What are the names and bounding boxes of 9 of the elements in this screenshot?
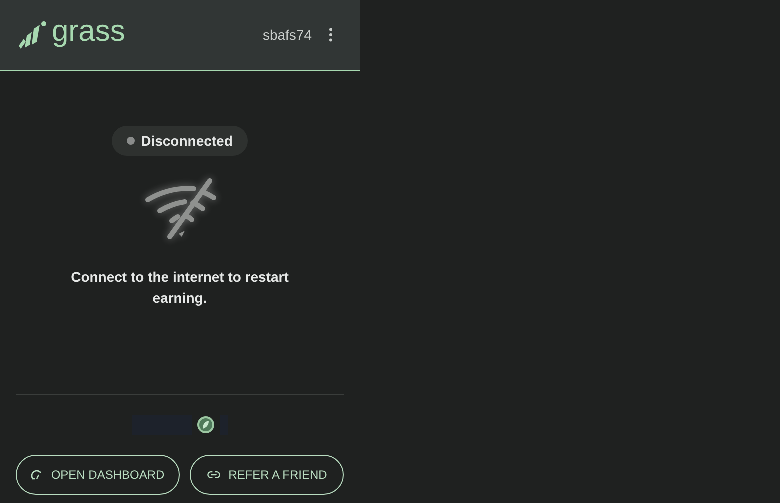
leaf-coin-icon xyxy=(197,416,215,434)
status-label: Disconnected xyxy=(141,132,233,150)
open-dashboard-button[interactable]: OPEN DASHBOARD xyxy=(16,455,180,495)
logo-icon xyxy=(18,20,48,50)
gauge-icon xyxy=(31,469,44,481)
username: sbafs74 xyxy=(262,26,312,44)
connect-message: Connect to the internet to restart earning. xyxy=(70,268,290,308)
refer-friend-button[interactable]: REFER A FRIEND xyxy=(190,455,344,495)
logo-text: grass xyxy=(52,17,126,50)
